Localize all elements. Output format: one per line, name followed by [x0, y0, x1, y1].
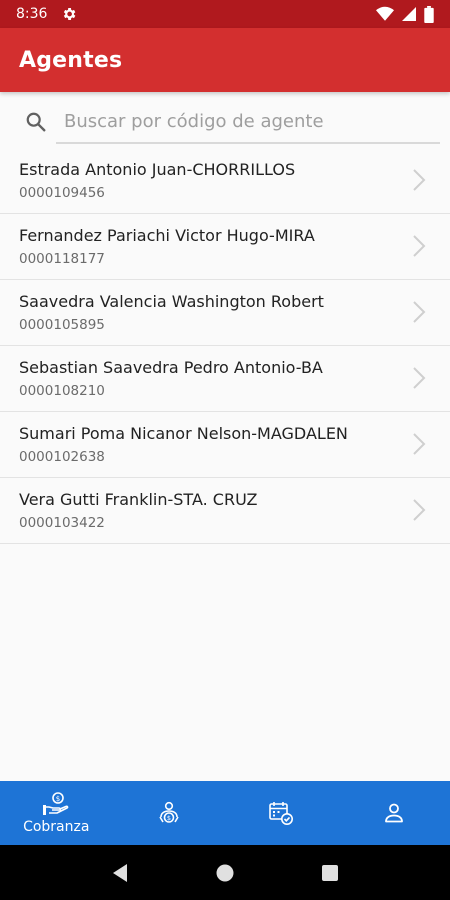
nav-item-2[interactable]: $ [113, 781, 226, 845]
list-item[interactable]: Saavedra Valencia Washington Robert 0000… [0, 280, 450, 346]
svg-text:$: $ [56, 795, 60, 803]
page-title: Agentes [19, 47, 123, 73]
agent-code: 0000102638 [19, 449, 105, 465]
system-navigation-bar [0, 845, 450, 900]
agent-code: 0000103422 [19, 515, 105, 531]
chevron-right-icon [413, 367, 426, 389]
battery-icon [424, 5, 434, 23]
signal-icon [402, 7, 416, 21]
agent-code: 0000105895 [19, 317, 105, 333]
list-item[interactable]: Vera Gutti Franklin-STA. CRUZ 0000103422 [0, 478, 450, 544]
nav-item-3[interactable] [225, 781, 338, 845]
chevron-right-icon [413, 235, 426, 257]
settings-icon [64, 8, 76, 20]
agent-name: Vera Gutti Franklin-STA. CRUZ [19, 490, 258, 509]
chevron-right-icon [413, 301, 426, 323]
list-item[interactable]: Estrada Antonio Juan-CHORRILLOS 00001094… [0, 148, 450, 214]
hand-money-icon: $ [43, 791, 69, 815]
agent-name: Sumari Poma Nicanor Nelson-MAGDALEN [19, 424, 348, 443]
agent-code: 0000109456 [19, 185, 105, 201]
agent-name: Estrada Antonio Juan-CHORRILLOS [19, 160, 296, 179]
svg-text:$: $ [167, 814, 171, 822]
chevron-right-icon [413, 169, 426, 191]
chevron-right-icon [413, 499, 426, 521]
agent-name: Sebastian Saavedra Pedro Antonio-BA [19, 358, 323, 377]
recents-icon[interactable] [321, 864, 339, 882]
agent-code: 0000118177 [19, 251, 105, 267]
home-icon[interactable] [215, 863, 235, 883]
search-input[interactable] [56, 100, 440, 144]
status-time: 8:36 [16, 6, 48, 22]
list-item[interactable]: Sumari Poma Nicanor Nelson-MAGDALEN 0000… [0, 412, 450, 478]
chevron-right-icon [413, 433, 426, 455]
search-row [0, 96, 450, 148]
search-icon [26, 112, 46, 132]
back-icon[interactable] [111, 863, 129, 883]
list-item[interactable]: Fernandez Pariachi Victor Hugo-MIRA 0000… [0, 214, 450, 280]
wifi-icon [376, 6, 394, 21]
person-money-icon: $ [159, 801, 179, 823]
status-bar: 8:36 [0, 0, 450, 28]
nav-item-4[interactable] [338, 781, 450, 845]
nav-item-cobranza[interactable]: $ Cobranza [0, 781, 113, 845]
agent-code: 0000108210 [19, 383, 105, 399]
calendar-check-icon [269, 802, 294, 825]
person-icon [384, 803, 403, 823]
agent-name: Saavedra Valencia Washington Robert [19, 292, 324, 311]
agent-list: Estrada Antonio Juan-CHORRILLOS 00001094… [0, 148, 450, 544]
search-icon-wrap [0, 96, 56, 148]
agent-name: Fernandez Pariachi Victor Hugo-MIRA [19, 226, 315, 245]
nav-label-cobranza: Cobranza [23, 818, 90, 835]
list-item[interactable]: Sebastian Saavedra Pedro Antonio-BA 0000… [0, 346, 450, 412]
app-bar: Agentes [0, 28, 450, 92]
bottom-nav: $ Cobranza $ [0, 781, 450, 845]
